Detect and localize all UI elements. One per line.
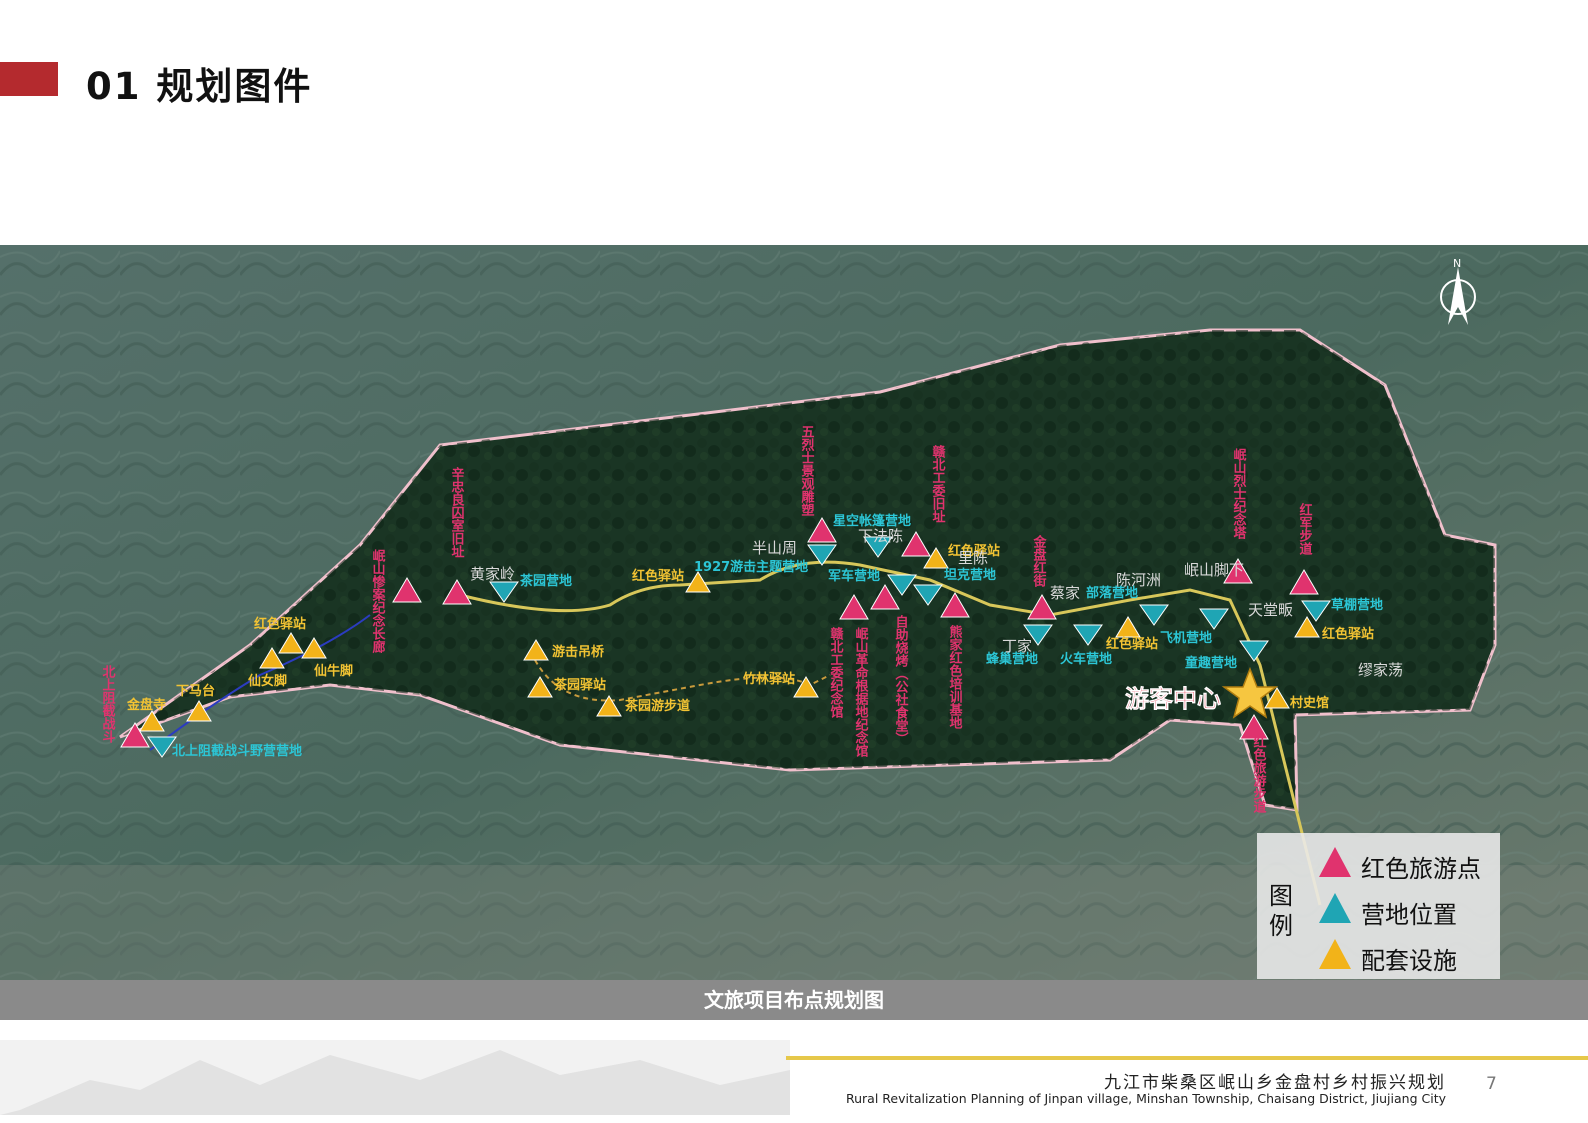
red-label: 岷山烈士纪念塔 — [1231, 448, 1247, 539]
footer-title-cn: 九江市柴桑区岷山乡金盘村乡村振兴规划 — [1104, 1073, 1446, 1093]
place-label: 黄家岭 — [470, 565, 515, 583]
camp-label: 飞机营地 — [1160, 630, 1212, 646]
place-label: 半山周 — [752, 539, 797, 557]
facility-label: 村史馆 — [1290, 695, 1329, 711]
red-label: 赣北工委旧址 — [930, 444, 947, 523]
facility-label: 茶园驿站 — [554, 677, 606, 693]
facility-label: 下马台 — [176, 683, 215, 699]
map-caption: 文旅项目布点规划图 — [0, 980, 1588, 1020]
red-label: 五烈士景观雕塑 — [799, 425, 815, 517]
camp-label: 童趣营地 — [1185, 655, 1237, 671]
red-label: 辛忠良囚室旧址 — [449, 466, 465, 558]
page-number: 7 — [1486, 1074, 1497, 1094]
svg-text:N: N — [1453, 257, 1461, 270]
place-label: 丁家 — [1002, 637, 1032, 655]
teal-triangle-icon — [1319, 893, 1351, 923]
page-title: 01 规划图件 — [86, 65, 313, 108]
facility-label: 金盘寺 — [126, 697, 166, 713]
facility-label: 红色驿站 — [1322, 626, 1374, 642]
legend-title: 图例 — [1269, 882, 1293, 940]
red-label: 红色旅游步道 — [1251, 734, 1267, 814]
camp-label: 北上阻截战斗野营营地 — [172, 743, 302, 759]
camp-label: 茶园营地 — [520, 573, 572, 589]
camp-label: 火车营地 — [1060, 651, 1112, 667]
facility-label: 竹林驿站 — [742, 671, 795, 687]
camp-label: 草棚营地 — [1331, 597, 1383, 613]
red-label: 熊家红色培训基地 — [947, 624, 964, 730]
footer-title-en: Rural Revitalization Planning of Jinpan … — [846, 1091, 1446, 1106]
camp-label: 1927游击主题营地 — [694, 559, 808, 575]
place-label: 天堂畈 — [1248, 601, 1293, 619]
facility-label: 仙女脚 — [248, 673, 287, 689]
facility-label: 茶园游步道 — [625, 698, 690, 714]
footer-line — [786, 1056, 1588, 1060]
facility-label: 红色驿站 — [254, 616, 306, 632]
place-label: 里陈 — [958, 549, 988, 567]
red-label: 岷山革命根据地纪念馆 — [853, 627, 870, 758]
footer-decoration — [0, 1040, 790, 1115]
red-label: 金盘红街 — [1031, 534, 1048, 588]
facility-label: 仙牛脚 — [314, 663, 353, 679]
red-triangle-icon — [1319, 847, 1351, 877]
title-accent-bar — [0, 62, 58, 96]
red-label: 自助烧烤（公社食堂） — [893, 614, 910, 745]
red-label: 红军步道 — [1297, 502, 1313, 556]
place-label: 蔡家 — [1050, 584, 1080, 602]
visitor-center-label: 游客中心 — [1125, 685, 1221, 713]
legend-item-camp: 营地位置 — [1317, 889, 1497, 929]
yellow-triangle-icon — [1319, 939, 1351, 969]
map-legend: 图例 红色旅游点 营地位置 配套设施 — [1257, 833, 1500, 979]
legend-item-red-tourism: 红色旅游点 — [1317, 843, 1497, 883]
place-label: 下法陈 — [858, 527, 903, 545]
camp-label: 坦克营地 — [944, 567, 996, 583]
place-label: 岷山脚下 — [1184, 561, 1244, 579]
facility-label: 红色驿站 — [1106, 636, 1158, 652]
facility-label: 红色驿站 — [632, 568, 684, 584]
facility-label: 游击吊桥 — [552, 644, 605, 660]
red-label: 岷山惨案纪念长廊 — [370, 549, 387, 654]
place-label: 陈河洲 — [1116, 571, 1161, 589]
red-label: 北上阻截战斗 — [100, 665, 116, 744]
camp-label: 军车营地 — [828, 568, 880, 584]
place-label: 缪家荡 — [1358, 661, 1403, 679]
legend-item-facility: 配套设施 — [1317, 935, 1497, 975]
red-label: 赣北工委纪念馆 — [828, 626, 845, 719]
